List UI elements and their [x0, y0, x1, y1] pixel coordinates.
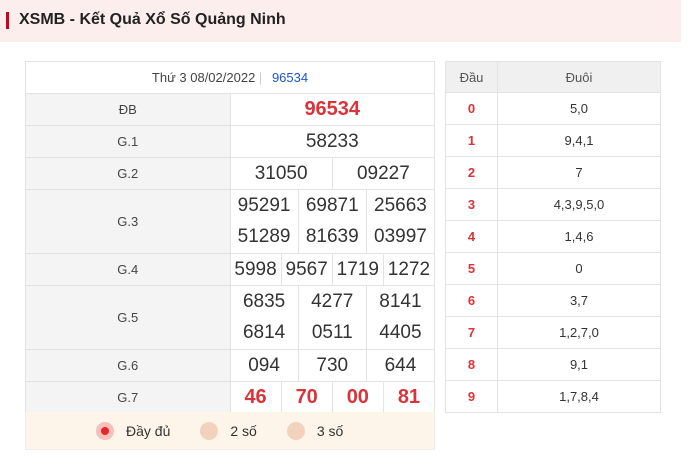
prize-number: 5998 [234, 258, 277, 280]
prize-number: 25663 [374, 194, 427, 216]
option-label: 3 số [316, 422, 344, 439]
prize-number: 1272 [387, 258, 431, 280]
prize-g1: 58233 [229, 125, 435, 158]
prize-number: 03997 [374, 226, 427, 248]
prize-label-db: ĐB [25, 93, 231, 126]
prize-number: 094 [248, 354, 280, 376]
option-2-digits[interactable]: 2 số [200, 421, 257, 440]
prize-number: 6814 [242, 322, 286, 344]
radio-selected-icon[interactable] [96, 421, 114, 440]
loto-dau: 7 [445, 316, 498, 349]
prize-label-g2: G.2 [25, 157, 231, 190]
results-header: Thứ 3 08/02/2022 | 96534 [25, 61, 435, 94]
loto-duoi: 7 [497, 156, 661, 189]
draw-date: Thứ 3 08/02/2022 [151, 70, 256, 85]
option-full[interactable]: Đầy đủ [96, 421, 171, 440]
loto-duoi: 1,4,6 [497, 220, 661, 253]
prize-g2: 31050 09227 [229, 157, 435, 190]
prize-number: 0511 [311, 322, 353, 344]
loto-duoi: 0 [497, 252, 661, 285]
prize-label-g3: G.3 [25, 189, 231, 254]
prize-number: 81639 [305, 226, 359, 248]
option-3-digits[interactable]: 3 số [286, 421, 344, 440]
page-header: XSMB - Kết Quả Xổ Số Quảng Ninh [0, 0, 681, 42]
prize-label-g6: G.6 [25, 349, 231, 382]
prize-number: 4277 [311, 290, 354, 312]
loto-duoi: 1,2,7,0 [497, 316, 661, 349]
prize-number: 51289 [237, 226, 291, 248]
prize-number: 1719 [336, 258, 379, 280]
prize-g3: 95291 51289 69871 81639 25663 03997 [229, 189, 435, 254]
prize-label-g7: G.7 [25, 381, 231, 414]
prize-number: 4405 [379, 322, 422, 344]
page-title: XSMB - Kết Quả Xổ Số Quảng Ninh [19, 11, 286, 28]
prize-db: 96534 [229, 93, 435, 126]
loto-duoi: 5,0 [497, 92, 661, 125]
radio-icon[interactable] [200, 421, 219, 440]
prize-g7: 46 70 00 81 [229, 381, 435, 414]
header-accent-bar [6, 12, 9, 29]
prize-number: 644 [384, 354, 417, 376]
prize-number: 31050 [254, 162, 308, 184]
loto-dau: 9 [445, 380, 498, 413]
loto-duoi: 9,1 [497, 348, 661, 381]
loto-dau: 4 [445, 220, 498, 253]
prize-label-g1: G.1 [25, 125, 231, 158]
prize-label-g4: G.4 [25, 253, 231, 286]
loto-duoi: 3,7 [497, 284, 661, 317]
option-label: 2 số [230, 422, 257, 439]
prize-number: 81 [397, 386, 421, 408]
prize-number: 6835 [242, 290, 286, 312]
prize-number: 95291 [237, 194, 291, 216]
prize-number: 46 [244, 386, 267, 408]
radio-icon[interactable] [286, 421, 305, 440]
prize-number: 69871 [305, 194, 359, 216]
prize-g6: 094 730 644 [229, 349, 435, 382]
loto-dau: 1 [445, 124, 498, 157]
results-table: Thứ 3 08/02/2022 | 96534 ĐB 96534 G.1 58… [25, 61, 435, 414]
prize-number: 70 [295, 386, 318, 408]
prize-label-g5: G.5 [25, 285, 231, 350]
loto-dau: 8 [445, 348, 498, 381]
loto-dau: 2 [445, 156, 498, 189]
loto-duoi: 9,4,1 [497, 124, 661, 157]
display-options: Đầy đủ 2 số 3 số [25, 412, 435, 450]
loto-dau: 6 [445, 284, 498, 317]
prize-number: 09227 [356, 162, 410, 184]
loto-dau: 3 [445, 188, 498, 221]
prize-number: 00 [346, 386, 369, 408]
prize-g5: 6835 6814 4277 0511 8141 4405 [229, 285, 435, 350]
draw-code: 96534 [271, 70, 309, 85]
loto-table: Đầu Đuôi 0 5,0 1 9,4,1 27 3 4,3,9,5,0 4 1,4,… [445, 61, 661, 413]
loto-header-dau: Đầu [445, 61, 498, 93]
prize-number: 8141 [379, 290, 422, 312]
prize-number: 730 [316, 354, 349, 376]
prize-g4: 5998 9567 1719 1272 [229, 253, 435, 286]
loto-dau: 0 [445, 92, 498, 125]
prize-number: 9567 [285, 258, 328, 280]
loto-duoi: 1,7,8,4 [497, 380, 661, 413]
loto-duoi: 4,3,9,5,0 [497, 188, 661, 221]
loto-header-duoi: Đuôi [497, 61, 661, 93]
loto-dau: 5 [445, 252, 498, 285]
separator: | [258, 70, 263, 85]
option-label: Đầy đủ [126, 422, 171, 439]
